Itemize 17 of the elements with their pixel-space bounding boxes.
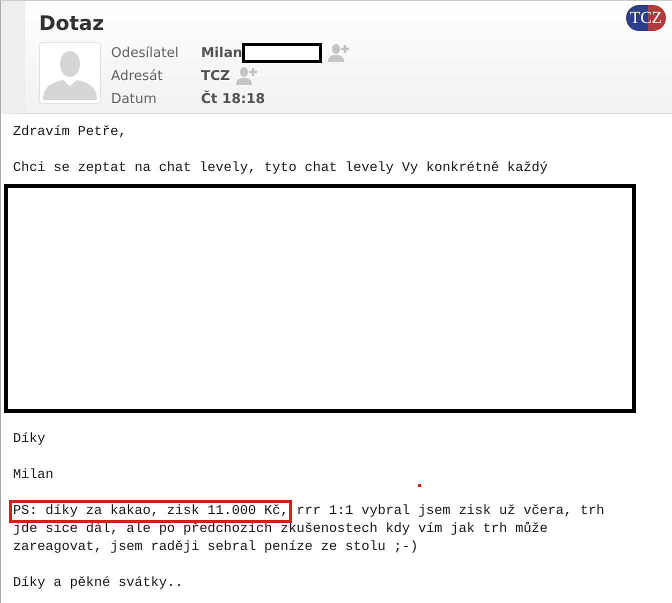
field-label: Adresát — [111, 68, 164, 84]
message-paragraph: Zdravím Petře, — [13, 124, 128, 142]
field-value: Milan — [201, 45, 242, 61]
avatar-icon — [39, 42, 101, 104]
field-label: Odesílatel — [111, 45, 180, 61]
message-title: Dotaz — [39, 11, 104, 35]
message-paragraph: PS: díky za kakao, zisk 11.000 Kč, rrr 1:1 vybral jsem zisk už včera, trh jde sice dál, ale po předchozích zkušenostech kdy vím jak trh může zareagovat, jsem raději sebral peníze ze stolu ;-) — [13, 503, 623, 557]
message-paragraph: Díky a pěkné svátky.. — [13, 575, 184, 593]
dot-mark — [418, 484, 421, 487]
message-paragraph: Milan — [13, 467, 55, 485]
field-label: Datum — [111, 91, 158, 107]
message-paragraph: Chci se zeptat na chat levely, tyto chat levely Vy konkrétně každý — [13, 160, 549, 178]
field-value: TCZ — [201, 68, 230, 84]
field-value: Čt 18:18 — [201, 91, 266, 107]
add-contact-icon[interactable] — [236, 67, 258, 85]
add-contact-icon[interactable] — [328, 44, 350, 62]
message-paragraph: Díky — [13, 431, 46, 449]
